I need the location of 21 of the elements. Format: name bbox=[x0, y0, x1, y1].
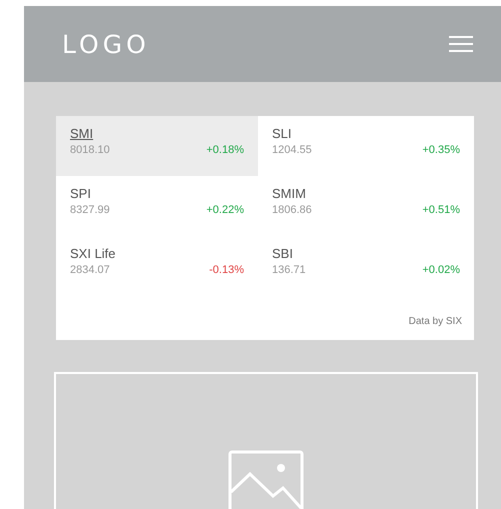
index-tile[interactable]: SBI 136.71 +0.02% bbox=[258, 236, 474, 296]
index-value: 8018.10 bbox=[70, 144, 110, 156]
index-change: +0.22% bbox=[206, 204, 244, 216]
source-note: Data by SIX bbox=[408, 316, 462, 327]
index-value: 1204.55 bbox=[272, 144, 312, 156]
index-tile[interactable]: SLI 1204.55 +0.35% bbox=[258, 116, 474, 176]
menu-icon[interactable] bbox=[449, 35, 473, 53]
index-tile[interactable]: SXI Life 2834.07 -0.13% bbox=[56, 236, 258, 296]
index-value: 136.71 bbox=[272, 264, 306, 276]
image-icon bbox=[228, 450, 304, 509]
index-tile[interactable]: SMIM 1806.86 +0.51% bbox=[258, 176, 474, 236]
index-value: 1806.86 bbox=[272, 204, 312, 216]
index-change: +0.35% bbox=[422, 144, 460, 156]
index-tile[interactable]: SMI 8018.10 +0.18% bbox=[56, 116, 258, 176]
index-tile[interactable]: SPI 8327.99 +0.22% bbox=[56, 176, 258, 236]
index-change: +0.18% bbox=[206, 144, 244, 156]
index-change: +0.02% bbox=[422, 264, 460, 276]
index-change: -0.13% bbox=[209, 264, 244, 276]
index-change: +0.51% bbox=[422, 204, 460, 216]
index-value: 2834.07 bbox=[70, 264, 110, 276]
index-value: 8327.99 bbox=[70, 204, 110, 216]
